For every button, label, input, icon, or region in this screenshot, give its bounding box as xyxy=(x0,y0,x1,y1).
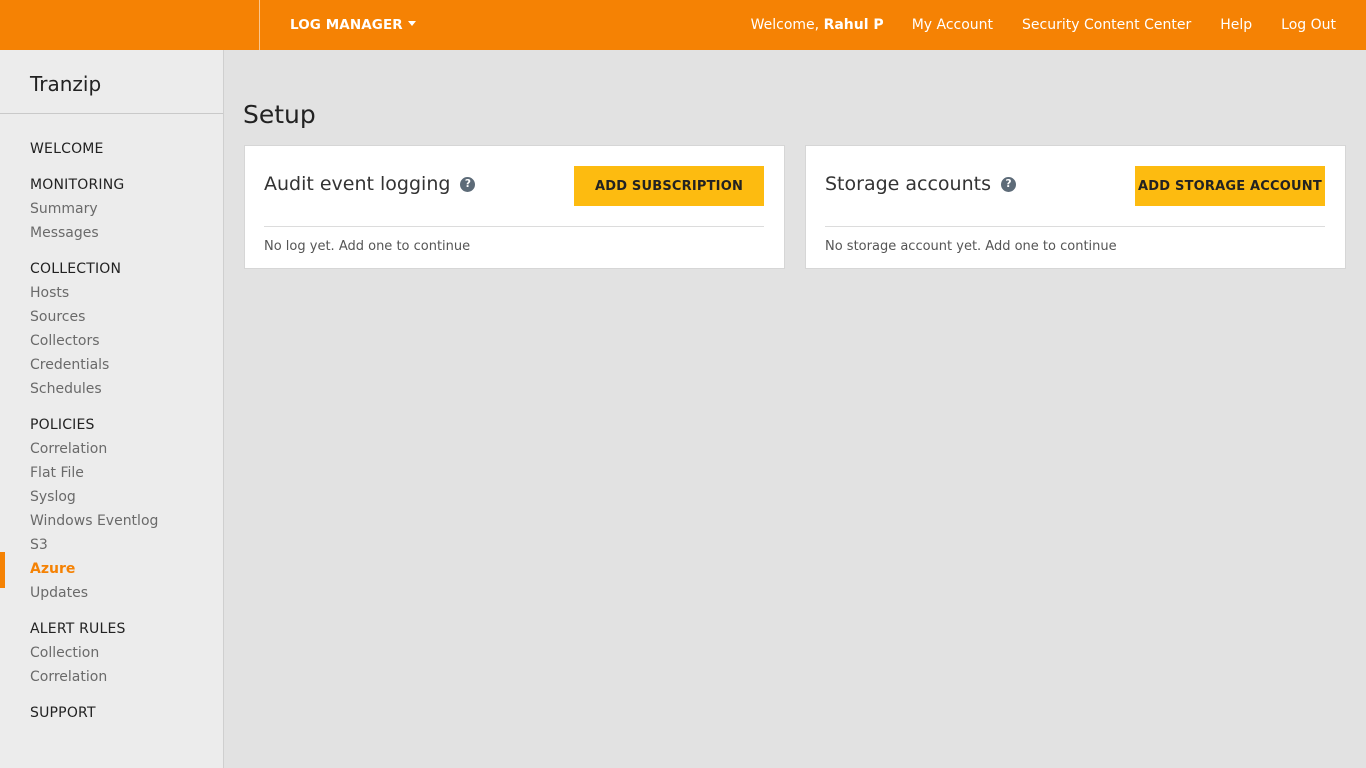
sidebar-item-alert-collection[interactable]: Collection xyxy=(30,645,99,661)
storage-accounts-card: Storage accounts ? ADD STORAGE ACCOUNT N… xyxy=(805,145,1346,269)
card-title: Audit event logging ? xyxy=(264,173,476,195)
sidebar-item-azure[interactable]: Azure xyxy=(30,561,75,577)
app-switcher-label: LOG MANAGER xyxy=(290,17,403,33)
sidebar: Tranzip WELCOME MONITORING Summary Messa… xyxy=(0,50,224,768)
sidebar-item-updates[interactable]: Updates xyxy=(30,585,88,601)
sidebar-item-collectors[interactable]: Collectors xyxy=(30,333,100,349)
brand-area xyxy=(0,0,260,50)
sidebar-item-flat-file[interactable]: Flat File xyxy=(30,465,84,481)
log-out-link[interactable]: Log Out xyxy=(1281,17,1336,33)
sidebar-item-sources[interactable]: Sources xyxy=(30,309,85,325)
question-circle-icon[interactable]: ? xyxy=(1000,176,1016,192)
sidebar-item-credentials[interactable]: Credentials xyxy=(30,357,109,373)
security-content-center-link[interactable]: Security Content Center xyxy=(1022,17,1191,33)
add-subscription-button[interactable]: ADD SUBSCRIPTION xyxy=(574,166,764,206)
add-storage-account-button[interactable]: ADD STORAGE ACCOUNT xyxy=(1135,166,1325,206)
help-link[interactable]: Help xyxy=(1220,17,1252,33)
my-account-link[interactable]: My Account xyxy=(912,17,993,33)
sidebar-section-alert-rules[interactable]: ALERT RULES xyxy=(30,621,126,637)
sidebar-item-alert-correlation[interactable]: Correlation xyxy=(30,669,107,685)
sidebar-item-welcome[interactable]: WELCOME xyxy=(30,141,104,157)
card-divider xyxy=(825,226,1325,227)
audit-event-logging-card: Audit event logging ? ADD SUBSCRIPTION N… xyxy=(244,145,785,269)
user-name: Rahul P xyxy=(823,17,884,33)
welcome-prefix: Welcome, xyxy=(750,17,824,33)
empty-state-message: No storage account yet. Add one to conti… xyxy=(825,239,1117,254)
welcome-message: Welcome, Rahul P xyxy=(751,17,884,33)
card-divider xyxy=(264,226,764,227)
sidebar-item-messages[interactable]: Messages xyxy=(30,225,99,241)
question-circle-icon[interactable]: ? xyxy=(460,176,476,192)
card-title-text: Storage accounts xyxy=(825,173,991,195)
card-title-text: Audit event logging xyxy=(264,173,451,195)
sidebar-item-correlation[interactable]: Correlation xyxy=(30,441,107,457)
page-title: Setup xyxy=(243,100,316,129)
sidebar-section-monitoring[interactable]: MONITORING xyxy=(30,177,124,193)
sidebar-item-syslog[interactable]: Syslog xyxy=(30,489,76,505)
app-switcher-dropdown[interactable]: LOG MANAGER xyxy=(290,0,416,50)
sidebar-section-collection[interactable]: COLLECTION xyxy=(30,261,121,277)
organization-name: Tranzip xyxy=(30,72,102,96)
empty-state-message: No log yet. Add one to continue xyxy=(264,239,471,254)
active-item-indicator xyxy=(0,552,5,588)
sidebar-divider xyxy=(0,113,223,114)
sidebar-item-schedules[interactable]: Schedules xyxy=(30,381,102,397)
sidebar-item-windows-eventlog[interactable]: Windows Eventlog xyxy=(30,513,158,529)
sidebar-item-s3[interactable]: S3 xyxy=(30,537,48,553)
card-title: Storage accounts ? xyxy=(825,173,1016,195)
user-navigation: Welcome, Rahul P My Account Security Con… xyxy=(751,0,1366,50)
caret-down-icon xyxy=(407,20,416,26)
sidebar-section-policies[interactable]: POLICIES xyxy=(30,417,95,433)
top-navigation-bar: LOG MANAGER Welcome, Rahul P My Account … xyxy=(0,0,1366,50)
sidebar-item-summary[interactable]: Summary xyxy=(30,201,98,217)
sidebar-item-hosts[interactable]: Hosts xyxy=(30,285,69,301)
sidebar-item-support[interactable]: SUPPORT xyxy=(30,705,96,721)
